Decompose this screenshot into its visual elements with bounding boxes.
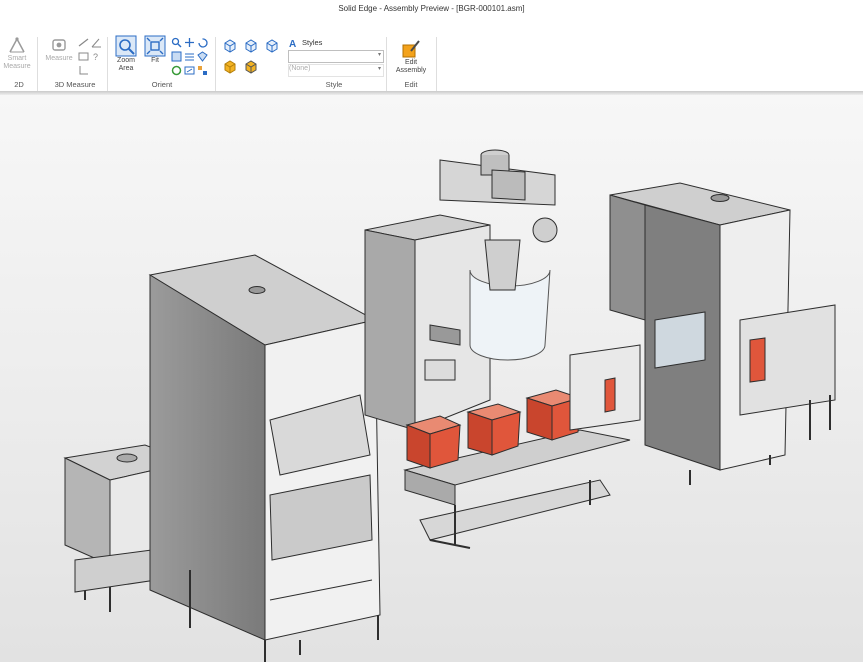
window-title: Solid Edge - Assembly Preview - [BGR-000…	[338, 4, 525, 13]
svg-text:?: ?	[93, 52, 98, 62]
styles-label[interactable]: Styles	[302, 39, 322, 47]
filling-tower[interactable]	[364, 149, 558, 431]
svg-text:A: A	[289, 39, 296, 48]
ribbon-separator	[37, 37, 38, 91]
edit-assembly-button[interactable]: Edit Assembly	[391, 39, 431, 75]
rotate-icon[interactable]	[197, 37, 208, 48]
view-front-icon[interactable]	[171, 51, 182, 62]
group-3d-measure-label: 3D Measure	[54, 80, 96, 89]
measure-coordinate-icon[interactable]	[78, 65, 89, 76]
smart-measure-icon	[9, 37, 25, 53]
large-cabinet[interactable]	[148, 254, 381, 662]
assembly-3d-model[interactable]	[0, 95, 863, 662]
zoom-icon[interactable]	[171, 37, 182, 48]
red-crate[interactable]	[405, 415, 462, 469]
style-combo-2[interactable]: (None) ▾	[288, 64, 384, 77]
edit-assembly-icon	[402, 40, 420, 58]
shaded-view-icon[interactable]	[223, 60, 237, 74]
measure-label: Measure	[45, 55, 73, 62]
group-style-label: Style	[325, 80, 343, 89]
zoom-area-icon	[115, 35, 137, 57]
pan-icon[interactable]	[184, 37, 195, 48]
measure-angle-icon[interactable]	[91, 37, 102, 48]
view-cube-top-icon[interactable]	[223, 39, 237, 53]
ribbon-separator	[436, 37, 437, 91]
style-combo[interactable]: ▾	[288, 50, 384, 63]
style-combo-2-value: (None)	[289, 65, 311, 72]
group-orient-label: Orient	[151, 80, 173, 89]
zoom-area-label: Zoom Area	[117, 57, 135, 72]
view-iso-icon[interactable]	[197, 51, 208, 62]
chevron-down-icon: ▾	[377, 66, 381, 72]
chevron-down-icon: ▾	[377, 52, 381, 58]
measure-help-icon[interactable]: ?	[91, 51, 102, 62]
fit-button[interactable]: Fit	[142, 35, 168, 65]
view-cube-front-icon[interactable]	[244, 39, 258, 53]
smart-measure-button[interactable]: Smart Measure	[0, 35, 34, 71]
graphics-viewport[interactable]	[0, 95, 863, 662]
fit-label: Fit	[151, 57, 159, 64]
previous-view-icon[interactable]	[184, 65, 195, 76]
styles-icon: A	[289, 39, 296, 48]
group-edit-label: Edit	[404, 80, 418, 89]
fit-icon	[144, 35, 166, 57]
measure-icon	[52, 39, 66, 51]
window-title-bar: Solid Edge - Assembly Preview - [BGR-000…	[0, 0, 863, 20]
measure-area-icon[interactable]	[78, 51, 89, 62]
named-views-icon[interactable]	[197, 65, 208, 76]
ribbon-separator	[215, 37, 216, 91]
zoom-area-button[interactable]: Zoom Area	[112, 35, 140, 73]
ribbon-toolbar: Smart Measure 2D Measure Measure ? 3D Me…	[0, 33, 863, 98]
measure-button[interactable]: Measure	[43, 35, 75, 63]
smart-measure-label: Smart Measure	[3, 55, 31, 70]
view-cube-right-icon[interactable]	[265, 39, 279, 53]
red-crate[interactable]	[466, 403, 522, 456]
edit-assembly-label: Edit Assembly	[395, 59, 427, 74]
ribbon-separator	[386, 37, 387, 91]
ribbon-separator	[107, 37, 108, 91]
view-sketch-icon[interactable]	[184, 51, 195, 62]
refresh-icon[interactable]	[171, 65, 182, 76]
shaded-edges-view-icon[interactable]	[244, 60, 258, 74]
measure-distance-icon[interactable]	[78, 37, 89, 48]
